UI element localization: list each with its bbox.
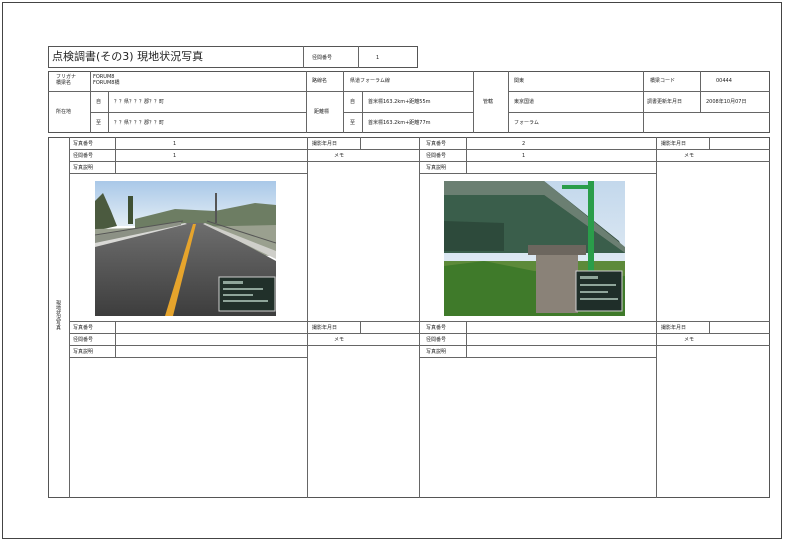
admin-value-2: 東京国道 <box>514 99 535 105</box>
location-label: 所在地 <box>56 109 72 115</box>
bridge-underside-photo <box>444 181 625 316</box>
location-to-label: 至 <box>96 120 102 126</box>
photo-number-value: 2 <box>522 141 526 147</box>
location-to-value: ？？県？？？郡？？町 <box>114 120 165 126</box>
photo-number-label: 写真番号 <box>426 325 447 331</box>
span-number-label: 径間番号 <box>73 337 94 343</box>
memo-label: メモ <box>684 337 695 343</box>
span-number-label: 径間番号 <box>73 153 94 159</box>
bridge-code-label: 橋梁コード <box>650 78 676 84</box>
road-bridge-deck-photo <box>95 181 276 316</box>
update-date-value: 2008年10月07日 <box>706 99 747 105</box>
bridge-name-value: FORUM8橋 <box>93 80 120 86</box>
span-number-value: 1 <box>173 153 177 159</box>
bridge-code-value: 00444 <box>716 78 732 84</box>
distance-label: 距離標 <box>314 109 330 115</box>
memo-label: メモ <box>334 153 345 159</box>
shoot-date-label: 撮影年月日 <box>312 141 338 147</box>
photo-number-value: 1 <box>173 141 177 147</box>
shoot-date-label: 撮影年月日 <box>312 325 338 331</box>
photo-description-label: 写真説明 <box>426 165 447 171</box>
photo-description-label: 写真説明 <box>73 349 94 355</box>
update-date-label: 調書更新年月日 <box>647 99 683 105</box>
route-name-value: 県道フォーラム線 <box>350 78 390 84</box>
photo-number-label: 写真番号 <box>73 141 94 147</box>
distance-from-label: 自 <box>350 99 356 105</box>
admin-value-3: フォーラム <box>514 120 539 126</box>
side-label: 現地状況写真 <box>55 300 61 330</box>
photo-description-label: 写真説明 <box>426 349 447 355</box>
span-number-label: 径間番号 <box>426 153 447 159</box>
distance-to-label: 至 <box>350 120 356 126</box>
shoot-date-label: 撮影年月日 <box>661 141 687 147</box>
distance-from-value: 首米標163.2km+距離55m <box>368 99 431 105</box>
route-name-label: 路線名 <box>312 78 328 84</box>
photo-number-label: 写真番号 <box>426 141 447 147</box>
page-title: 点検調書(その3) 現地状況写真 <box>52 50 204 63</box>
bridge-name-label: 橋梁名 <box>56 80 72 86</box>
admin-value-1: 関東 <box>514 78 525 84</box>
photo-number-label: 写真番号 <box>73 325 94 331</box>
admin-label: 管轄 <box>483 99 494 105</box>
distance-to-value: 首米標163.2km+距離77m <box>368 120 431 126</box>
location-from-label: 自 <box>96 99 102 105</box>
span-number-label: 径間番号 <box>426 337 447 343</box>
span-number-label: 径間番号 <box>312 55 333 61</box>
span-number-value: 1 <box>376 55 380 61</box>
span-number-value: 1 <box>522 153 526 159</box>
location-from-value: ？？県？？？郡？？町 <box>114 99 165 105</box>
memo-label: メモ <box>334 337 345 343</box>
photo-description-label: 写真説明 <box>73 165 94 171</box>
shoot-date-label: 撮影年月日 <box>661 325 687 331</box>
memo-label: メモ <box>684 153 695 159</box>
